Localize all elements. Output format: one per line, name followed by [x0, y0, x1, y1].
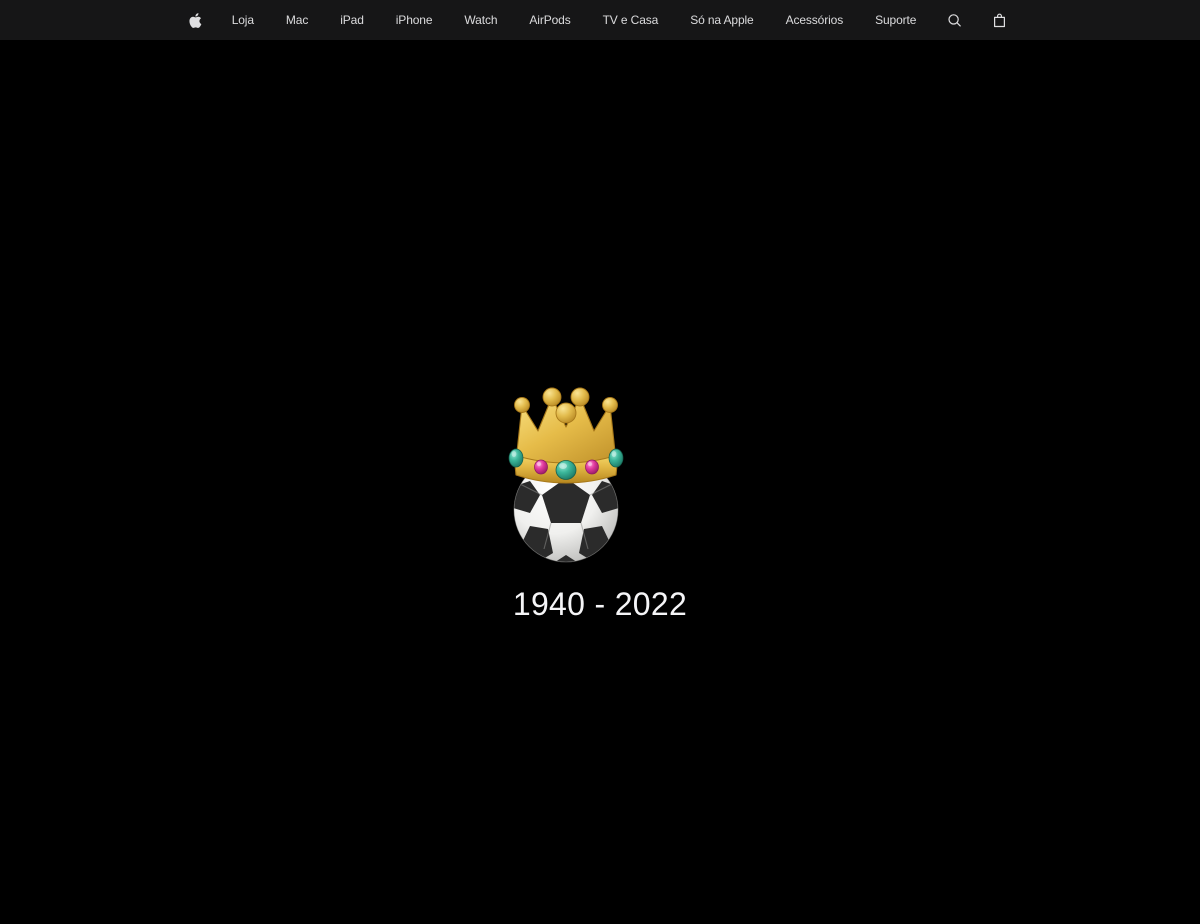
shopping-bag-icon[interactable]	[992, 12, 1007, 29]
nav-item-label: Watch	[464, 13, 498, 27]
global-navigation-bar: Loja Mac iPad iPhone Watch AirPods TV e …	[0, 0, 1200, 40]
nav-item-suporte[interactable]: Suporte	[859, 0, 932, 40]
nav-item-label: Loja	[231, 13, 254, 27]
memorial-dates-text: 1940 - 2022	[512, 586, 688, 622]
nav-item-airpods[interactable]: AirPods	[513, 0, 586, 40]
nav-item-tv-e-casa[interactable]: TV e Casa	[587, 0, 675, 40]
nav-item-iphone[interactable]: iPhone	[380, 0, 449, 40]
nav-item-watch[interactable]: Watch	[448, 0, 513, 40]
apple-logo-icon[interactable]	[188, 12, 202, 29]
nav-item-so-na-apple[interactable]: Só na Apple	[674, 0, 769, 40]
crown-emoji	[508, 387, 624, 484]
nav-item-label: Suporte	[875, 13, 917, 27]
nav-item-label: TV e Casa	[602, 13, 659, 27]
nav-item-label: iPad	[340, 13, 364, 27]
memorial-tribute-section: 1940 - 2022	[0, 40, 1200, 924]
nav-item-loja[interactable]: Loja	[216, 0, 270, 40]
search-icon[interactable]	[947, 12, 962, 29]
main-content: 1940 - 2022	[0, 40, 1200, 924]
nav-item-ipad[interactable]: iPad	[324, 0, 380, 40]
search-button[interactable]	[932, 0, 977, 40]
nav-item-acessorios[interactable]: Acessórios	[770, 0, 860, 40]
sidebar-item-apple-logo[interactable]	[178, 0, 216, 40]
crowned-soccer-ball-emoji	[500, 383, 632, 565]
nav-item-label: Mac	[285, 13, 309, 27]
nav-item-label: Só na Apple	[690, 13, 754, 27]
nav-item-label: iPhone	[395, 13, 433, 27]
nav-item-mac[interactable]: Mac	[270, 0, 324, 40]
nav-item-label: AirPods	[529, 13, 571, 27]
shopping-bag-button[interactable]	[977, 0, 1022, 40]
global-nav-list: Loja Mac iPad iPhone Watch AirPods TV e …	[178, 0, 1023, 40]
nav-item-label: Acessórios	[785, 13, 844, 27]
